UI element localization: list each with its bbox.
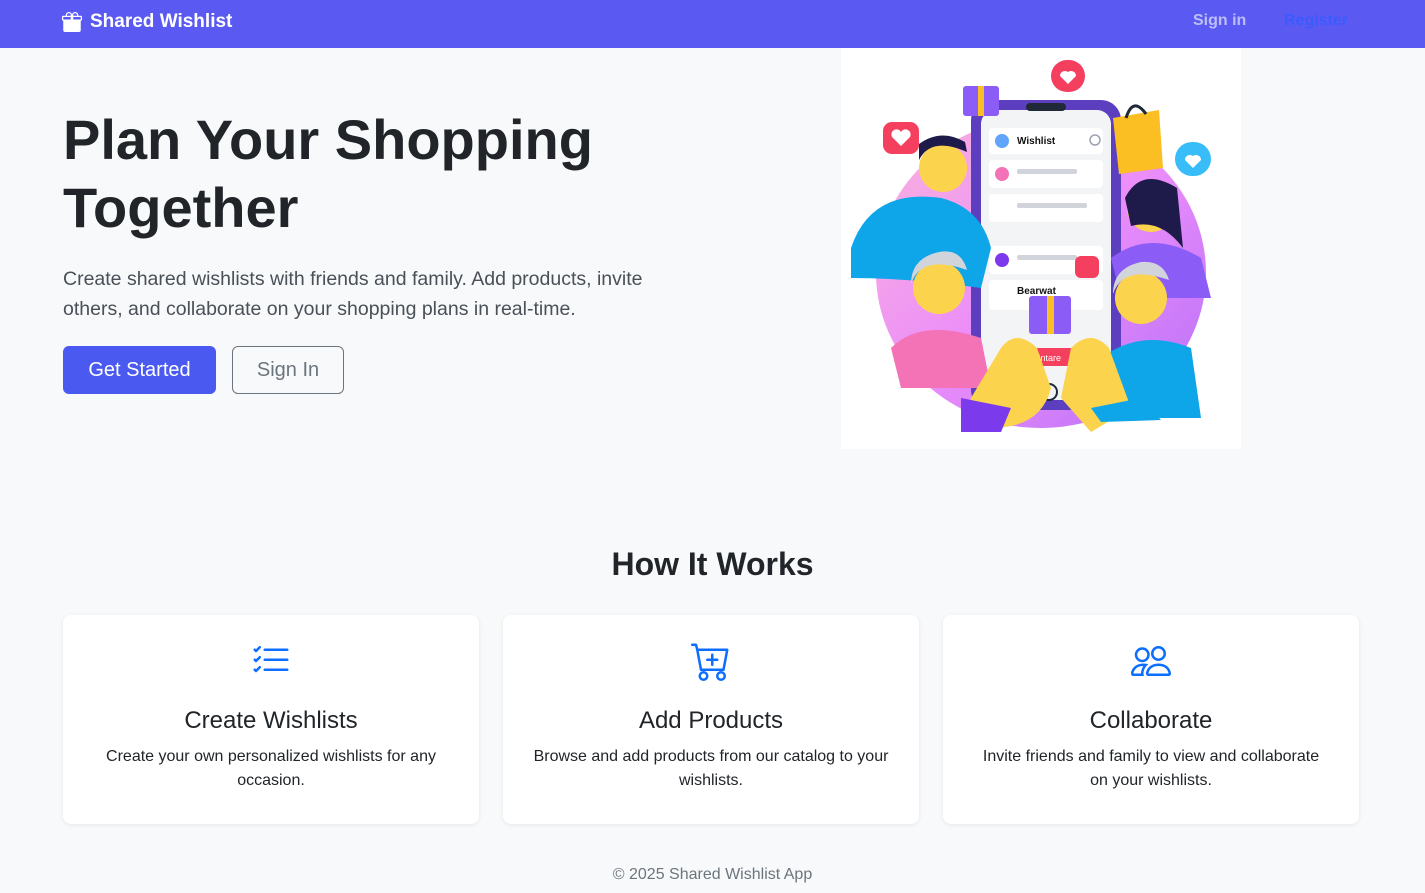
feature-card-create-wishlists: Create Wishlists Create your own persona… — [63, 615, 479, 824]
people-icon — [1131, 646, 1171, 676]
card-title: Collaborate — [1089, 707, 1213, 734]
feature-card-add-products: Add Products Browse and add products fro… — [503, 615, 919, 824]
brand-name: Shared Wishlist — [90, 11, 233, 32]
get-started-button[interactable]: Get Started — [63, 346, 216, 394]
how-it-works-title: How It Works — [611, 546, 814, 582]
hero-illustration: Wishlist Bearwat Intare — [841, 48, 1241, 449]
gift-icon — [62, 12, 82, 32]
navbar: Shared Wishlist Sign in Register — [0, 0, 1425, 48]
card-text: Invite friends and family to view and co… — [982, 748, 1320, 789]
sign-in-button[interactable]: Sign In — [232, 346, 344, 394]
illustration-list-item-label: Bearwat — [1017, 286, 1057, 297]
nav-signin-link[interactable]: Sign in — [1193, 12, 1246, 30]
hero-lead: Create shared wishlists with friends and… — [63, 268, 643, 320]
wishlist-illustration: Wishlist Bearwat Intare — [851, 60, 1211, 432]
card-title: Add Products — [638, 707, 784, 734]
feature-card-collaborate: Collaborate Invite friends and family to… — [943, 615, 1359, 824]
list-check-icon — [253, 645, 289, 673]
nav-register-link[interactable]: Register — [1284, 12, 1348, 30]
card-text: Browse and add products from our catalog… — [533, 748, 889, 789]
cart-plus-icon — [691, 643, 729, 681]
card-title: Create Wishlists — [184, 707, 358, 734]
brand-link[interactable]: Shared Wishlist — [62, 10, 232, 34]
footer-copyright: © 2025 Shared Wishlist App — [612, 866, 813, 883]
hero-title: Plan Your Shopping Together — [63, 108, 593, 239]
card-text: Create your own personalized wishlists f… — [106, 748, 436, 789]
illustration-wishlist-label: Wishlist — [1017, 136, 1056, 147]
